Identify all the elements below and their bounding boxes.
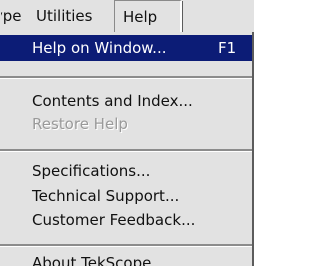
menu-separator	[0, 149, 252, 152]
menu-utilities[interactable]: Utilities	[36, 0, 92, 32]
menu-item-label: About TekScope...	[32, 254, 166, 266]
menu-item-restore-help: Restore Help	[0, 111, 252, 137]
menu-separator	[0, 244, 252, 247]
menu-item-label: Customer Feedback...	[32, 211, 196, 229]
menu-separator	[0, 76, 252, 79]
menu-item-label: Help on Window...	[32, 39, 167, 57]
menu-item-label: Technical Support...	[32, 187, 180, 205]
menu-type-label: Type	[1, 7, 22, 25]
menu-item-help-on-window[interactable]: Help on Window... F1	[0, 35, 252, 61]
menu-item-label: Restore Help	[32, 115, 128, 133]
menu-item-customer-feedback[interactable]: Customer Feedback...	[0, 207, 252, 233]
menu-bar: Type Utilities Help	[0, 0, 254, 33]
menu-help[interactable]: Help	[114, 0, 183, 33]
menu-item-shortcut: F1	[218, 39, 237, 57]
menu-item-about-tekscope[interactable]: About TekScope...	[0, 250, 252, 266]
menu-item-label: Specifications...	[32, 162, 151, 180]
help-menu-dropdown: Help on Window... F1 Contents and Index.…	[0, 32, 254, 266]
menu-item-specifications[interactable]: Specifications...	[0, 158, 252, 184]
screen: Type Utilities Help Help on Window... F1…	[0, 0, 254, 266]
menu-type[interactable]: Type	[1, 0, 21, 32]
menu-item-technical-support[interactable]: Technical Support...	[0, 183, 252, 209]
